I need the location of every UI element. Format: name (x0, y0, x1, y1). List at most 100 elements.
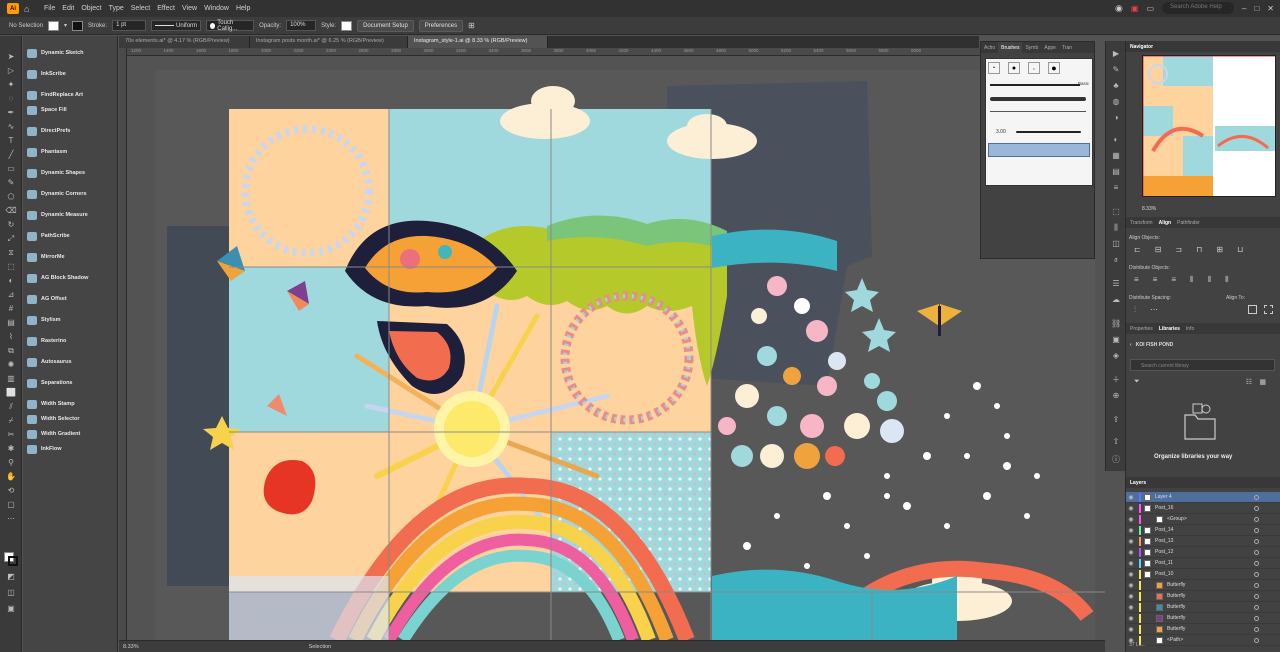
links-icon[interactable]: ⛓ (1111, 319, 1121, 328)
layer-row[interactable]: ◉ Butterfly (1126, 624, 1280, 635)
filter-icon[interactable]: ⏷ (1134, 378, 1140, 386)
tab-appearance[interactable]: Appe (1041, 42, 1059, 53)
user-icon[interactable]: ◉ (1115, 3, 1123, 14)
navigator-zoom[interactable]: 8.33% (1142, 206, 1156, 212)
tab-pathfinder[interactable]: Pathfinder (1177, 220, 1200, 226)
navigator-icon[interactable]: ⊕ (1111, 391, 1121, 400)
menu-window[interactable]: Window (204, 5, 229, 12)
plugin-item[interactable]: DirectPrefs (27, 123, 115, 139)
eye-icon[interactable]: ◉ (1126, 615, 1136, 622)
minimize-icon[interactable]: – (1242, 4, 1246, 13)
plugin-item[interactable]: Width Selector (27, 411, 115, 427)
space-vertical-icon[interactable]: ⫶ (1134, 305, 1136, 315)
menu-object[interactable]: Object (81, 5, 101, 12)
hand-tool-icon[interactable]: ✋ (5, 472, 17, 482)
eye-icon[interactable]: ◉ (1126, 538, 1136, 545)
layer-row[interactable]: ◉ Post_10 (1126, 569, 1280, 580)
artboards-icon[interactable]: ▣ (1111, 335, 1121, 344)
color-icon[interactable]: ◐ (1111, 135, 1121, 144)
layer-row[interactable]: ◉ Post_16 (1126, 503, 1280, 514)
plugin-item[interactable]: FindReplace Art (27, 87, 115, 103)
preferences-button[interactable]: Preferences (418, 19, 464, 32)
plugin-item[interactable]: PathScribe (27, 228, 115, 244)
shaper-icon[interactable]: ⬠ (5, 192, 17, 202)
dist-bottom-icon[interactable]: ≡ (1171, 275, 1176, 285)
menu-view[interactable]: View (182, 5, 197, 12)
brush-stroke-basic[interactable] (990, 84, 1080, 86)
align-icon[interactable]: ⫼ (1111, 223, 1121, 232)
paintbrush-icon[interactable]: ✎ (5, 178, 17, 188)
edit-toolbar-icon[interactable]: ⋯ (5, 514, 17, 524)
plugin-item[interactable]: AG Offset (27, 291, 115, 307)
brush-icon[interactable]: ✎ (1111, 65, 1121, 74)
chevron-left-icon[interactable]: ‹ (1130, 342, 1132, 348)
fill-stroke-swatches[interactable] (4, 552, 18, 566)
stroke-weight-input[interactable]: 1 pt (112, 20, 147, 31)
lasso-icon[interactable]: ◌ (5, 94, 17, 104)
plugin-item[interactable]: Phantasm (27, 144, 115, 160)
eye-icon[interactable]: ◉ (1126, 505, 1136, 512)
mesh-icon[interactable]: # (5, 304, 17, 314)
dist-hcenter-icon[interactable]: ⦀ (1208, 275, 1212, 285)
menu-file[interactable]: File (44, 5, 55, 12)
play-icon[interactable]: ▶ (1111, 49, 1121, 58)
menu-type[interactable]: Type (109, 5, 124, 12)
stroke-swatch[interactable] (72, 20, 84, 31)
workspace-icon[interactable]: ▭ (1146, 4, 1154, 13)
layer-row[interactable]: ◉ Layer 4 (1126, 492, 1280, 503)
plugin-item[interactable]: InkFlow (27, 441, 115, 457)
screen-mode-icon[interactable]: ▣ (5, 604, 17, 614)
chevron-down-icon[interactable]: ▾ (64, 22, 67, 29)
eye-icon[interactable]: ◉ (1126, 593, 1136, 600)
graph-tool-icon[interactable]: ▥ (5, 374, 17, 384)
pathfinder-icon[interactable]: ◫ (1111, 239, 1121, 248)
type-tool-icon[interactable]: T (5, 136, 17, 146)
appearance-icon[interactable]: ◍ (1111, 97, 1121, 106)
swatches-icon[interactable]: ▦ (1111, 151, 1121, 160)
plugin-item[interactable]: Dynamic Sketch (27, 45, 115, 61)
cloud-icon[interactable]: ▣ (1131, 4, 1139, 13)
align-bottom-icon[interactable]: ⊔ (1237, 245, 1243, 254)
library-header[interactable]: ‹ KOI FISH POND (1130, 342, 1173, 348)
plugin-item[interactable]: Space Fill (27, 102, 115, 118)
puppet-warp-icon[interactable]: ✱ (5, 444, 17, 454)
gradient-icon[interactable]: ▤ (5, 318, 17, 328)
tab-brushes[interactable]: Brushes (998, 42, 1023, 53)
tab-properties[interactable]: Properties (1130, 326, 1153, 332)
arrange-icon[interactable]: ⊞ (468, 21, 475, 30)
layer-row[interactable]: ◉ <Path> (1126, 635, 1280, 646)
symbol-sprayer-icon[interactable]: ✺ (5, 360, 17, 370)
layer-row[interactable]: ◉ Post_11 (1126, 558, 1280, 569)
eye-icon[interactable]: ◉ (1126, 604, 1136, 611)
brush-selected[interactable] (988, 143, 1090, 157)
shape-builder-icon[interactable]: ◐ (5, 276, 17, 286)
eye-icon[interactable]: ◉ (1126, 527, 1136, 534)
align-vcenter-icon[interactable]: ⊞ (1216, 245, 1223, 254)
rectangle-tool-icon[interactable]: ▭ (5, 164, 17, 174)
pen-tool-icon[interactable]: ✒ (5, 108, 17, 118)
brush-stroke-rough[interactable] (990, 97, 1086, 101)
library-search-input[interactable]: Search current library (1130, 359, 1275, 371)
libraries-icon[interactable]: ☁ (1111, 295, 1121, 304)
color-mode-icon[interactable]: ◩ (5, 572, 17, 582)
tab-transform[interactable]: Transform (1130, 220, 1153, 226)
brush-tip[interactable]: ● (1008, 62, 1020, 74)
brush-stroke-wave[interactable] (1016, 131, 1081, 133)
menu-select[interactable]: Select (131, 5, 150, 12)
perspective-icon[interactable]: ⊿ (5, 290, 17, 300)
eye-icon[interactable]: ◉ (1126, 549, 1136, 556)
magic-wand-icon[interactable]: ✦ (5, 80, 17, 90)
glyphs-icon[interactable]: 𝔞 (1111, 255, 1121, 264)
eyedropper-icon[interactable]: ⌇ (5, 332, 17, 342)
info-icon[interactable]: ⓘ (1111, 455, 1121, 464)
stroke-panel-icon[interactable]: ≡ (1111, 183, 1121, 192)
brush-tip[interactable]: • (1028, 62, 1040, 74)
menu-edit[interactable]: Edit (62, 5, 74, 12)
doc-tab[interactable]: Instagram posts month.ai* @ 6.25 % (RGB/… (250, 36, 408, 48)
help-search-input[interactable]: Search Adobe Help (1162, 2, 1234, 14)
rotate-view-icon[interactable]: ⟲ (5, 486, 17, 496)
eye-icon[interactable]: ◉ (1126, 560, 1136, 567)
dist-top-icon[interactable]: ≡ (1134, 275, 1139, 285)
fill-swatch[interactable] (48, 20, 60, 31)
align-hcenter-icon[interactable]: ⊟ (1155, 245, 1162, 254)
